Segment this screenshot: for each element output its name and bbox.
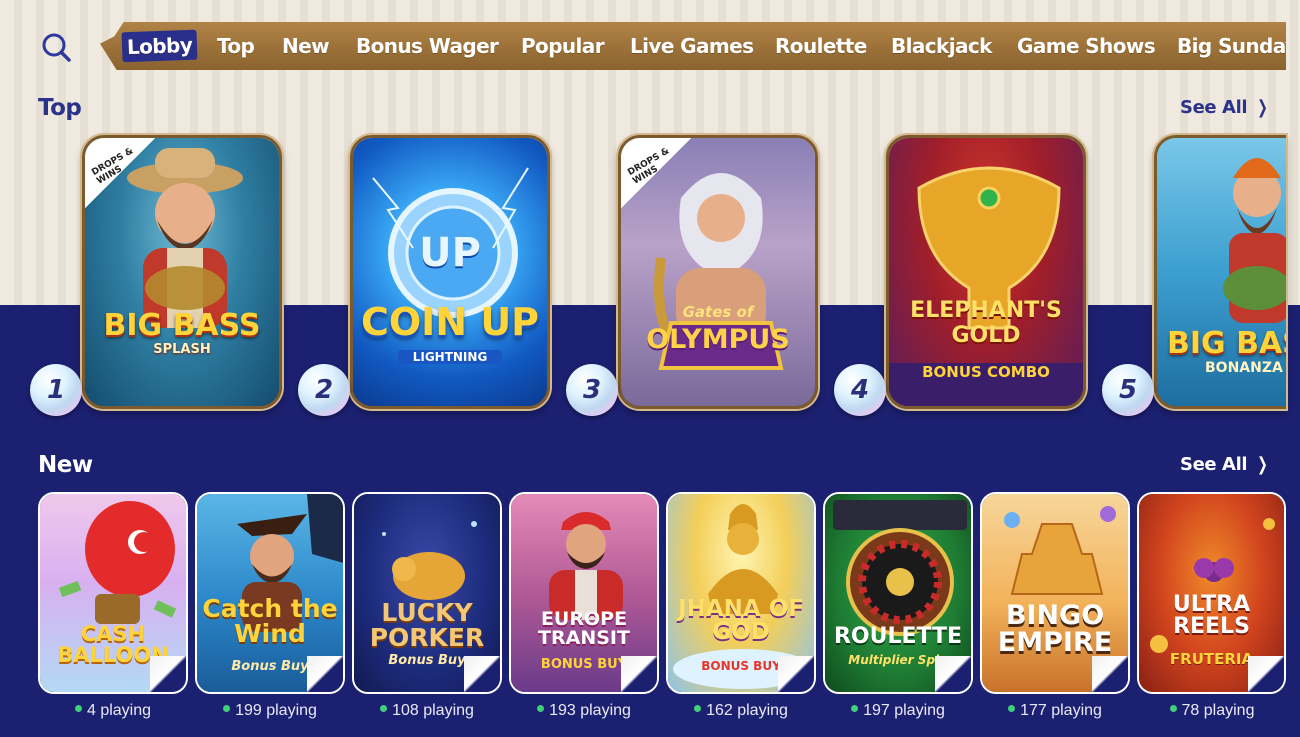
rank-badge-2: 2 — [298, 364, 350, 416]
drops-and-wins-badge: DROPS & WINS — [85, 138, 155, 208]
online-indicator-icon — [1169, 705, 1177, 713]
online-indicator-icon — [223, 705, 231, 713]
top-game-card-big-bass-splash[interactable]: DROPS & WINS BIG BASS SPLASH — [82, 135, 282, 409]
rank-badge-1: 1 — [30, 364, 82, 416]
see-all-new-button[interactable]: See All ❯ — [1180, 454, 1270, 475]
category-nav: Lobby Top New Bonus Wager Popular Live G… — [100, 22, 1286, 70]
section-title-new: New — [38, 452, 93, 478]
page-curl — [1248, 656, 1284, 692]
nav-tab-roulette[interactable]: Roulette — [775, 31, 867, 61]
page-curl — [307, 656, 343, 692]
game-title: Catch the Wind — [202, 594, 338, 648]
top-game-card-coin-up[interactable]: UP COIN UP LIGHTNING — [350, 135, 550, 409]
game-title: EUROPE TRANSIT — [538, 608, 630, 649]
game-title: ELEPHANT'S GOLD — [910, 298, 1062, 348]
page-curl — [1092, 656, 1128, 692]
rank-badge-3: 3 — [566, 364, 618, 416]
game-title: LUCKY PORKER — [369, 598, 485, 652]
search-icon — [42, 33, 71, 62]
new-game-card-cash-balloon[interactable]: CASH BALLOON — [38, 492, 188, 694]
top-game-card-elephants-gold[interactable]: ELEPHANT'S GOLD BONUS COMBO — [886, 135, 1086, 409]
nav-tab-blackjack[interactable]: Blackjack — [891, 31, 992, 61]
top-game-card-gates-of-olympus[interactable]: DROPS & WINS Gates of OLYMPUS — [618, 135, 818, 409]
coin-emblem: UP — [419, 230, 481, 276]
online-indicator-icon — [694, 705, 702, 713]
nav-tab-live-games[interactable]: Live Games — [630, 31, 754, 61]
online-indicator-icon — [537, 705, 545, 713]
playing-count: 78 playing — [1137, 702, 1287, 720]
drops-and-wins-badge: DROPS & WINS — [621, 138, 691, 208]
page-curl — [778, 656, 814, 692]
nav-tab-top[interactable]: Top — [217, 31, 255, 61]
chevron-right-icon: ❯ — [1257, 97, 1268, 118]
nav-tab-lobby[interactable]: Lobby — [121, 29, 198, 63]
game-subtitle: Gates of — [682, 303, 754, 321]
game-title: JHANA OF GOD — [678, 596, 804, 645]
page-curl — [150, 656, 186, 692]
chevron-right-icon: ❯ — [1257, 454, 1268, 475]
game-title: BIG BASS — [1167, 326, 1286, 361]
see-all-top-button[interactable]: See All ❯ — [1180, 97, 1270, 118]
playing-count: 177 playing — [980, 702, 1130, 720]
game-subtitle: SPLASH — [153, 342, 211, 357]
playing-count: 193 playing — [509, 702, 659, 720]
nav-tab-popular[interactable]: Popular — [521, 31, 605, 61]
new-game-card-lucky-porker[interactable]: LUCKY PORKER Bonus Buy — [352, 492, 502, 694]
new-game-card-ultra-reels[interactable]: ULTRA REELS FRUTERIA — [1137, 492, 1286, 694]
game-subtitle: BONANZA — [1205, 360, 1283, 376]
playing-count: 199 playing — [195, 702, 345, 720]
game-title: BIG BASS — [103, 308, 261, 343]
nav-tab-game-shows[interactable]: Game Shows — [1017, 31, 1156, 61]
page-curl — [464, 656, 500, 692]
online-indicator-icon — [1008, 705, 1016, 713]
online-indicator-icon — [74, 705, 82, 713]
game-subtitle: BONUS COMBO — [922, 363, 1050, 381]
rank-badge-4: 4 — [834, 364, 886, 416]
new-game-card-roulette[interactable]: ROULETTE Multiplier Spin — [823, 492, 973, 694]
nav-tab-new[interactable]: New — [282, 31, 330, 61]
see-all-label: See All — [1180, 97, 1248, 118]
new-game-card-catch-the-wind[interactable]: Catch the Wind Bonus Buy — [195, 492, 345, 694]
see-all-label: See All — [1180, 454, 1248, 475]
game-title: ULTRA REELS — [1172, 592, 1251, 639]
game-title: BINGO EMPIRE — [997, 600, 1113, 658]
rank-badge-5: 5 — [1102, 364, 1154, 416]
playing-count: 162 playing — [666, 702, 816, 720]
playing-count: 4 playing — [38, 702, 188, 720]
online-indicator-icon — [380, 705, 388, 713]
nav-tab-bonus-wager[interactable]: Bonus Wager — [356, 31, 499, 61]
nav-tab-big-sunday[interactable]: Big Sunday — [1177, 31, 1286, 61]
section-title-top: Top — [38, 95, 82, 121]
playing-count: 197 playing — [823, 702, 973, 720]
game-title: OLYMPUS — [646, 324, 790, 355]
new-game-card-bingo-empire[interactable]: BINGO EMPIRE — [980, 492, 1130, 694]
new-game-card-jhana-of-god[interactable]: JHANA OF GOD BONUS BUY — [666, 492, 816, 694]
game-subtitle: LIGHTNING — [398, 350, 502, 364]
game-title: COIN UP — [360, 300, 540, 344]
game-title: ROULETTE — [833, 624, 963, 649]
playing-count: 108 playing — [352, 702, 502, 720]
page-curl — [621, 656, 657, 692]
new-game-card-europe-transit[interactable]: EUROPE TRANSIT BONUS BUY — [509, 492, 659, 694]
page-curl — [935, 656, 971, 692]
online-indicator-icon — [851, 705, 859, 713]
top-game-card-big-bass-bonanza[interactable]: BIG BASS BONANZA — [1154, 135, 1286, 409]
search-button[interactable] — [40, 31, 72, 63]
